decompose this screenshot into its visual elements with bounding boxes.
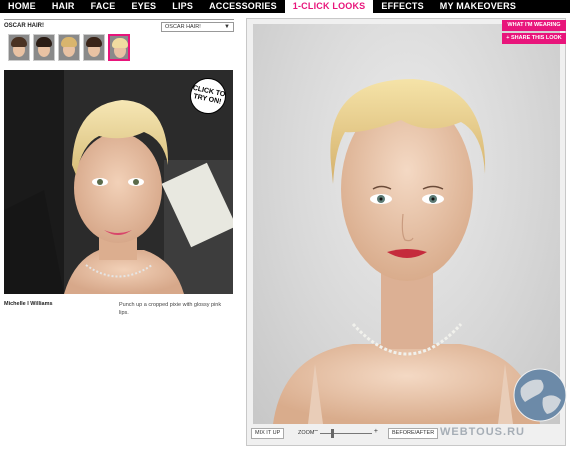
nav-item-lips[interactable]: LIPS [164,0,201,13]
makeover-stage[interactable] [253,24,560,424]
celebrity-thumbnails [8,34,130,61]
before-after-button[interactable]: BEFORE/AFTER [388,428,439,439]
zoom-label: ZOOM [298,430,315,436]
celebrity-thumbnail[interactable] [8,34,30,61]
badge-label: CLICK TO TRY ON! [192,84,226,106]
section-label: OSCAR HAIR! [4,23,44,29]
nav-item-my-makeovers[interactable]: MY MAKEOVERS [432,0,524,13]
nav-item-effects[interactable]: EFFECTS [373,0,431,13]
thumbnail-hair [112,38,128,48]
zoom-track [320,433,372,434]
nav-item-1-click-looks[interactable]: 1-CLICK LOOKS [284,0,374,13]
zoom-out-icon[interactable]: − [314,428,318,435]
nav-item-home[interactable]: HOME [0,0,44,13]
thumbnail-hair [86,37,102,47]
what-im-wearing-button[interactable]: WHAT I'M WEARING [502,20,566,31]
watermark: WEBTOUS.RU [440,426,525,438]
look-description: Punch up a cropped pixie with glossy pin… [119,302,222,316]
share-look-button[interactable]: + SHARE THIS LOOK [502,33,566,44]
nav-item-hair[interactable]: HAIR [44,0,83,13]
zoom-slider[interactable]: − + [314,428,378,439]
celebrity-photo[interactable]: CLICK TO TRY ON! [4,70,233,294]
makeover-image [273,79,540,424]
celebrity-thumbnail[interactable] [108,34,130,61]
main-nav: HOME HAIR FACE EYES LIPS ACCESSORIES 1-CLICK L… [0,0,570,13]
nav-item-eyes[interactable]: EYES [123,0,164,13]
thumbnail-hair [11,37,27,47]
thumbnail-hair [61,37,77,47]
divider [4,19,234,20]
globe-icon [513,368,567,422]
nav-item-face[interactable]: FACE [83,0,124,13]
thumbnail-hair [36,37,52,47]
nav-item-accessories[interactable]: ACCESSORIES [201,0,285,13]
look-dropdown[interactable]: OSCAR HAIR! ▼ [161,22,234,32]
celebrity-thumbnail[interactable] [83,34,105,61]
zoom-in-icon[interactable]: + [374,428,378,435]
chevron-down-icon: ▼ [224,24,230,30]
dropdown-value: OSCAR HAIR! [165,24,201,30]
zoom-knob[interactable] [331,429,335,438]
celebrity-thumbnail[interactable] [33,34,55,61]
celebrity-name: Michelle I Williams [4,301,53,307]
mix-it-up-button[interactable]: MIX IT UP [251,428,285,439]
celebrity-thumbnail[interactable] [58,34,80,61]
